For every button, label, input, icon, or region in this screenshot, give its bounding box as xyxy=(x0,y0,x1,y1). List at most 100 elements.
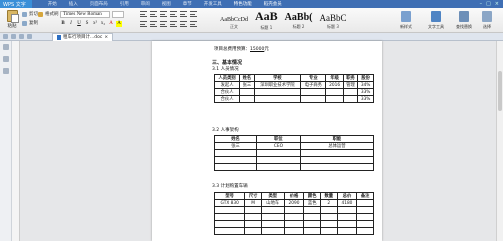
align-left-icon[interactable] xyxy=(140,21,147,27)
table-cell[interactable] xyxy=(336,213,358,221)
table-cell[interactable]: 深圳职业技术学院 xyxy=(253,81,302,89)
font-size-select[interactable] xyxy=(112,11,124,18)
table-cell[interactable] xyxy=(260,227,285,235)
table-cell[interactable]: 管理 xyxy=(342,81,359,89)
save-icon[interactable] xyxy=(11,34,16,39)
cut-button[interactable]: 剪切 xyxy=(22,11,38,17)
show-marks-icon[interactable] xyxy=(190,11,197,17)
table-cell[interactable] xyxy=(356,206,374,214)
print-icon[interactable] xyxy=(19,34,24,39)
align-center-icon[interactable] xyxy=(150,21,157,27)
table-cell[interactable] xyxy=(303,227,321,235)
align-right-icon[interactable] xyxy=(160,21,167,27)
table-cell[interactable]: M xyxy=(244,199,262,207)
table-cell[interactable]: 蓝色 xyxy=(303,199,321,207)
tab-membership[interactable]: 稻壳会员 xyxy=(258,0,288,8)
subscript-icon[interactable]: x₂ xyxy=(100,21,106,27)
table-cell[interactable]: 张三 xyxy=(239,81,255,89)
table-cell[interactable]: 合伙人 xyxy=(213,95,241,103)
table-cell[interactable] xyxy=(253,88,302,96)
table-cell[interactable]: 张三 xyxy=(214,142,257,150)
tab-review[interactable]: 审阅 xyxy=(135,0,156,8)
table-cell[interactable] xyxy=(325,88,344,96)
style-normal[interactable]: AaBbCcDd 正文 xyxy=(218,10,250,30)
bullet-list-icon[interactable] xyxy=(140,11,147,17)
increase-indent-icon[interactable] xyxy=(170,11,177,17)
text-tools-button[interactable]: 文字工具 xyxy=(428,11,444,30)
table-cell[interactable] xyxy=(319,213,338,221)
table-cell[interactable]: 电子商务 xyxy=(300,81,327,89)
tab-chapter[interactable]: 章节 xyxy=(177,0,198,8)
table-cell[interactable] xyxy=(244,206,262,214)
table-cell[interactable] xyxy=(213,206,246,214)
justify-icon[interactable] xyxy=(170,21,177,27)
undo-icon[interactable] xyxy=(27,34,32,39)
table-cell[interactable] xyxy=(260,220,285,228)
table-cell[interactable]: 2 xyxy=(319,199,338,207)
table-cell[interactable] xyxy=(300,88,327,96)
table-cell[interactable]: 合伙人 xyxy=(213,88,241,96)
table-cell[interactable] xyxy=(239,95,255,103)
bold-icon[interactable]: B xyxy=(60,21,66,27)
navigation-pane-icon[interactable] xyxy=(2,44,9,50)
new-style-button[interactable]: 新样式 xyxy=(400,11,412,30)
table-cell[interactable]: 4180 xyxy=(336,199,358,207)
tab-view[interactable]: 视图 xyxy=(156,0,177,8)
tab-home[interactable]: 开始 xyxy=(42,0,63,8)
close-tab-icon[interactable]: × xyxy=(104,35,108,40)
copy-button[interactable]: 复制 xyxy=(22,20,38,26)
table-cell[interactable] xyxy=(244,227,262,235)
table-cell[interactable] xyxy=(300,95,327,103)
table-cell[interactable] xyxy=(342,95,359,103)
tab-page-layout[interactable]: 页面布局 xyxy=(84,0,114,8)
table-cell[interactable]: 2016 xyxy=(325,81,344,89)
table-cell[interactable] xyxy=(256,163,301,171)
table-cell[interactable] xyxy=(356,199,374,207)
format-painter-button[interactable]: 格式刷 xyxy=(38,11,59,17)
table-cell[interactable] xyxy=(356,220,374,228)
document-page[interactable]: 项目总费用预算：15000元 三、基本情况 3.1 人员情况 人员类别 姓名 学… xyxy=(152,41,382,241)
style-heading-1[interactable]: AaB 标题 1 xyxy=(253,9,280,30)
distribute-icon[interactable] xyxy=(180,21,187,27)
close-icon[interactable]: × xyxy=(495,1,499,7)
font-color-icon[interactable]: A xyxy=(108,21,114,27)
style-heading-3[interactable]: AaBbC 标题 3 xyxy=(317,10,348,30)
bookmark-icon[interactable] xyxy=(2,56,9,62)
italic-icon[interactable]: I xyxy=(68,21,74,27)
table-cell[interactable] xyxy=(319,220,338,228)
table-cell[interactable] xyxy=(283,220,305,228)
table-cell[interactable] xyxy=(256,149,301,157)
paste-button[interactable]: 粘贴 xyxy=(3,10,21,31)
decrease-indent-icon[interactable] xyxy=(160,11,167,17)
table-cell[interactable]: GTX 830 xyxy=(213,199,246,207)
table-cell[interactable] xyxy=(319,227,338,235)
table-cell[interactable] xyxy=(342,88,359,96)
maximize-icon[interactable]: □ xyxy=(486,1,491,7)
table-cell[interactable] xyxy=(336,206,358,214)
table-cell[interactable]: 33% xyxy=(357,95,374,103)
select-button[interactable]: 选择 xyxy=(482,11,492,30)
table-cell[interactable] xyxy=(299,149,375,157)
sort-icon[interactable] xyxy=(180,11,187,17)
table-cell[interactable]: 山地车 xyxy=(260,199,285,207)
minimize-icon[interactable]: – xyxy=(480,1,483,7)
tab-special-features[interactable]: 特色功能 xyxy=(228,0,258,8)
table-cell[interactable] xyxy=(213,227,246,235)
table-cell[interactable] xyxy=(214,163,257,171)
table-cell[interactable] xyxy=(303,213,321,221)
highlight-icon[interactable]: A xyxy=(116,21,122,27)
table-cell[interactable]: CEO xyxy=(256,142,301,150)
outline-icon[interactable] xyxy=(2,68,9,74)
table-cell[interactable]: 34% xyxy=(357,81,374,89)
scroll-thumb[interactable] xyxy=(498,71,502,111)
table-cell[interactable]: 33% xyxy=(357,88,374,96)
underline-icon[interactable]: U xyxy=(76,21,82,27)
table-cell[interactable] xyxy=(336,220,358,228)
superscript-icon[interactable]: x² xyxy=(92,21,98,27)
table-cell[interactable] xyxy=(336,227,358,235)
table-cell[interactable]: 总体运营 xyxy=(299,142,375,150)
tab-insert[interactable]: 插入 xyxy=(63,0,84,8)
table-cell[interactable] xyxy=(356,227,374,235)
table-cell[interactable]: 发起人 xyxy=(213,81,241,89)
strikethrough-icon[interactable]: S xyxy=(84,21,90,27)
